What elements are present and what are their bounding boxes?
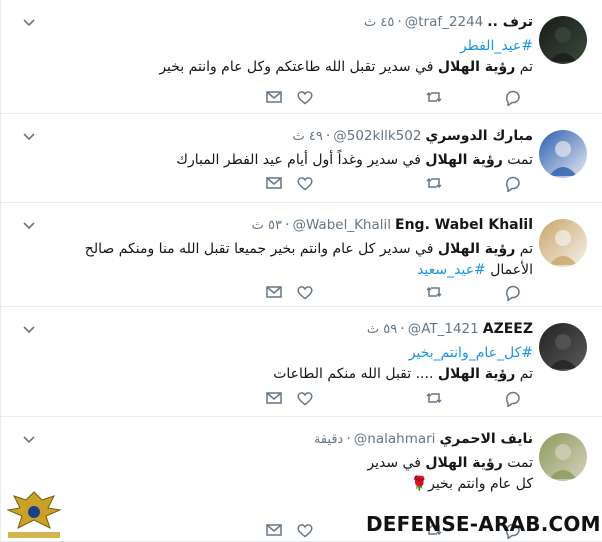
tweet-header: نايف الاحمري@nalahmari·دقيقة — [314, 429, 533, 450]
text-segment: في سدير وغداً أول أيام عيد الفطر المبارك — [176, 152, 426, 168]
retweet-icon[interactable] — [425, 88, 443, 106]
reply-icon[interactable] — [504, 283, 522, 301]
text-segment: 🌹 — [410, 476, 429, 492]
avatar[interactable] — [539, 323, 587, 371]
tweet-text: تم رؤية الهلال في سدير كل عام وانتم بخير… — [85, 239, 533, 281]
envelope-icon[interactable] — [265, 174, 283, 192]
text-segment: تم — [515, 241, 533, 257]
user-handle[interactable]: @nalahmari — [354, 431, 436, 447]
heart-icon[interactable] — [296, 283, 314, 301]
retweet-icon[interactable] — [425, 283, 443, 301]
retweet-icon[interactable] — [425, 174, 443, 192]
hashtag-link[interactable]: #عيد_سعيد — [417, 262, 486, 278]
tweet-actions — [1, 283, 602, 303]
avatar[interactable] — [539, 130, 587, 178]
chevron-down-icon[interactable] — [21, 217, 37, 233]
reply-icon[interactable] — [504, 389, 522, 407]
heart-icon[interactable] — [296, 88, 314, 106]
separator-dot: · — [397, 14, 402, 30]
tweet-text: تمت رؤية الهلال في سدير كل عام وانتم بخي… — [367, 453, 533, 495]
hashtag-link[interactable]: #عيد_الفطر — [460, 38, 533, 54]
tweet-text-line: الأعمال #عيد_سعيد — [85, 260, 533, 281]
text-segment: كل عام وانتم بخير — [428, 476, 533, 492]
timestamp[interactable]: دقيقة — [314, 432, 343, 447]
timestamp[interactable]: ٤٩ ث — [292, 129, 322, 144]
separator-dot: · — [400, 321, 405, 337]
text-segment: .... تقبل الله منكم الطاعات — [273, 366, 438, 382]
highlighted-text: رؤية الهلال — [425, 455, 503, 471]
text-segment: الأعمال — [485, 262, 533, 278]
chevron-down-icon[interactable] — [21, 321, 37, 337]
tweet-text-line: كل عام وانتم بخير🌹 — [367, 474, 533, 495]
timestamp[interactable]: ٤٥ ث — [364, 15, 394, 30]
separator-dot: · — [346, 431, 351, 447]
highlighted-text: رؤية الهلال — [437, 241, 516, 257]
heart-icon[interactable] — [296, 389, 314, 407]
chevron-down-icon[interactable] — [21, 431, 37, 447]
avatar[interactable] — [539, 433, 587, 481]
tweet-feed: ترف ..@traf_2244·٤٥ ث #عيد_الفطر تم رؤية ا… — [0, 0, 602, 542]
tweet-text: تمت رؤية الهلال في سدير وغداً أول أيام ع… — [176, 150, 533, 171]
tweet[interactable]: ترف ..@traf_2244·٤٥ ث #عيد_الفطر تم رؤية ا… — [1, 0, 602, 114]
heart-icon[interactable] — [296, 521, 314, 539]
tweet-text-line: تم رؤية الهلال في سدير تقبل الله طاعتكم … — [159, 57, 533, 78]
tweet-text: #عيد_الفطر تم رؤية الهلال في سدير تقبل ال… — [159, 36, 533, 78]
text-segment: في سدير تقبل الله طاعتكم وكل عام وانتم ب… — [159, 59, 438, 75]
tweet-header: ترف ..@traf_2244·٤٥ ث — [364, 12, 533, 33]
tweet-header: AZEEZ@AT_1421·٥٩ ث — [367, 319, 533, 340]
tweet-header: Eng. Wabel Khalil@Wabel_Khalil·٥٣ ث — [252, 215, 533, 236]
user-handle[interactable]: @502kllk502 — [333, 128, 421, 144]
text-segment: تم — [515, 59, 533, 75]
highlighted-text: رؤية الهلال — [425, 152, 503, 168]
text-segment: في سدير — [367, 455, 426, 471]
reply-icon[interactable] — [504, 88, 522, 106]
separator-dot: · — [284, 217, 290, 233]
tweet-text-line: تمت رؤية الهلال في سدير — [367, 453, 533, 474]
tweet-text-line: تمت رؤية الهلال في سدير وغداً أول أيام ع… — [176, 150, 533, 171]
forum-logo — [2, 488, 66, 542]
heart-icon[interactable] — [296, 174, 314, 192]
envelope-icon[interactable] — [265, 88, 283, 106]
tweet-actions — [1, 88, 602, 108]
text-segment: تمت — [502, 455, 533, 471]
hashtag-link[interactable]: #كل_عام_وانتم_بخير — [409, 345, 533, 361]
avatar[interactable] — [539, 219, 587, 267]
user-handle[interactable]: @traf_2244 — [405, 14, 483, 30]
tweet-text: #كل_عام_وانتم_بخير تم رؤية الهلال .... تق… — [273, 343, 533, 385]
display-name[interactable]: نايف الاحمري — [439, 431, 533, 447]
site-watermark: DEFENSE-ARAB.COM — [366, 512, 601, 536]
tweet-text-line: تم رؤية الهلال .... تقبل الله منكم الطاع… — [273, 364, 533, 385]
tweet-actions — [1, 389, 602, 409]
chevron-down-icon[interactable] — [21, 14, 37, 30]
timestamp[interactable]: ٥٩ ث — [367, 322, 397, 337]
envelope-icon[interactable] — [265, 521, 283, 539]
tweet-header: مبارك الدوسري@502kllk502·٤٩ ث — [292, 126, 533, 147]
highlighted-text: رؤية الهلال — [437, 59, 516, 75]
text-segment: تم — [515, 366, 533, 382]
display-name[interactable]: Eng. Wabel Khalil — [395, 217, 533, 233]
display-name[interactable]: AZEEZ — [483, 321, 533, 337]
avatar[interactable] — [539, 16, 587, 64]
tweet-text-line: #عيد_الفطر — [159, 36, 533, 57]
tweet[interactable]: مبارك الدوسري@502kllk502·٤٩ ث تمت رؤية ال… — [1, 114, 602, 203]
user-handle[interactable]: @AT_1421 — [408, 321, 479, 337]
reply-icon[interactable] — [504, 174, 522, 192]
highlighted-text: رؤية الهلال — [437, 366, 516, 382]
chevron-down-icon[interactable] — [21, 128, 37, 144]
envelope-icon[interactable] — [265, 389, 283, 407]
tweet-text-line: تم رؤية الهلال في سدير كل عام وانتم بخير… — [85, 239, 533, 260]
tweet-actions — [1, 174, 602, 194]
separator-dot: · — [325, 128, 331, 144]
user-handle[interactable]: @Wabel_Khalil — [292, 217, 391, 233]
retweet-icon[interactable] — [425, 389, 443, 407]
text-segment: تمت — [502, 152, 533, 168]
tweet[interactable]: AZEEZ@AT_1421·٥٩ ث #كل_عام_وانتم_بخير تم ر… — [1, 307, 602, 417]
timestamp[interactable]: ٥٣ ث — [252, 218, 282, 233]
envelope-icon[interactable] — [265, 283, 283, 301]
display-name[interactable]: مبارك الدوسري — [425, 128, 533, 144]
tweet-text-line: #كل_عام_وانتم_بخير — [273, 343, 533, 364]
text-segment: في سدير كل عام وانتم بخير جميعا تقبل الل… — [84, 241, 438, 257]
tweet[interactable]: Eng. Wabel Khalil@Wabel_Khalil·٥٣ ث تم رؤ… — [1, 203, 602, 307]
display-name[interactable]: ترف .. — [487, 14, 533, 30]
